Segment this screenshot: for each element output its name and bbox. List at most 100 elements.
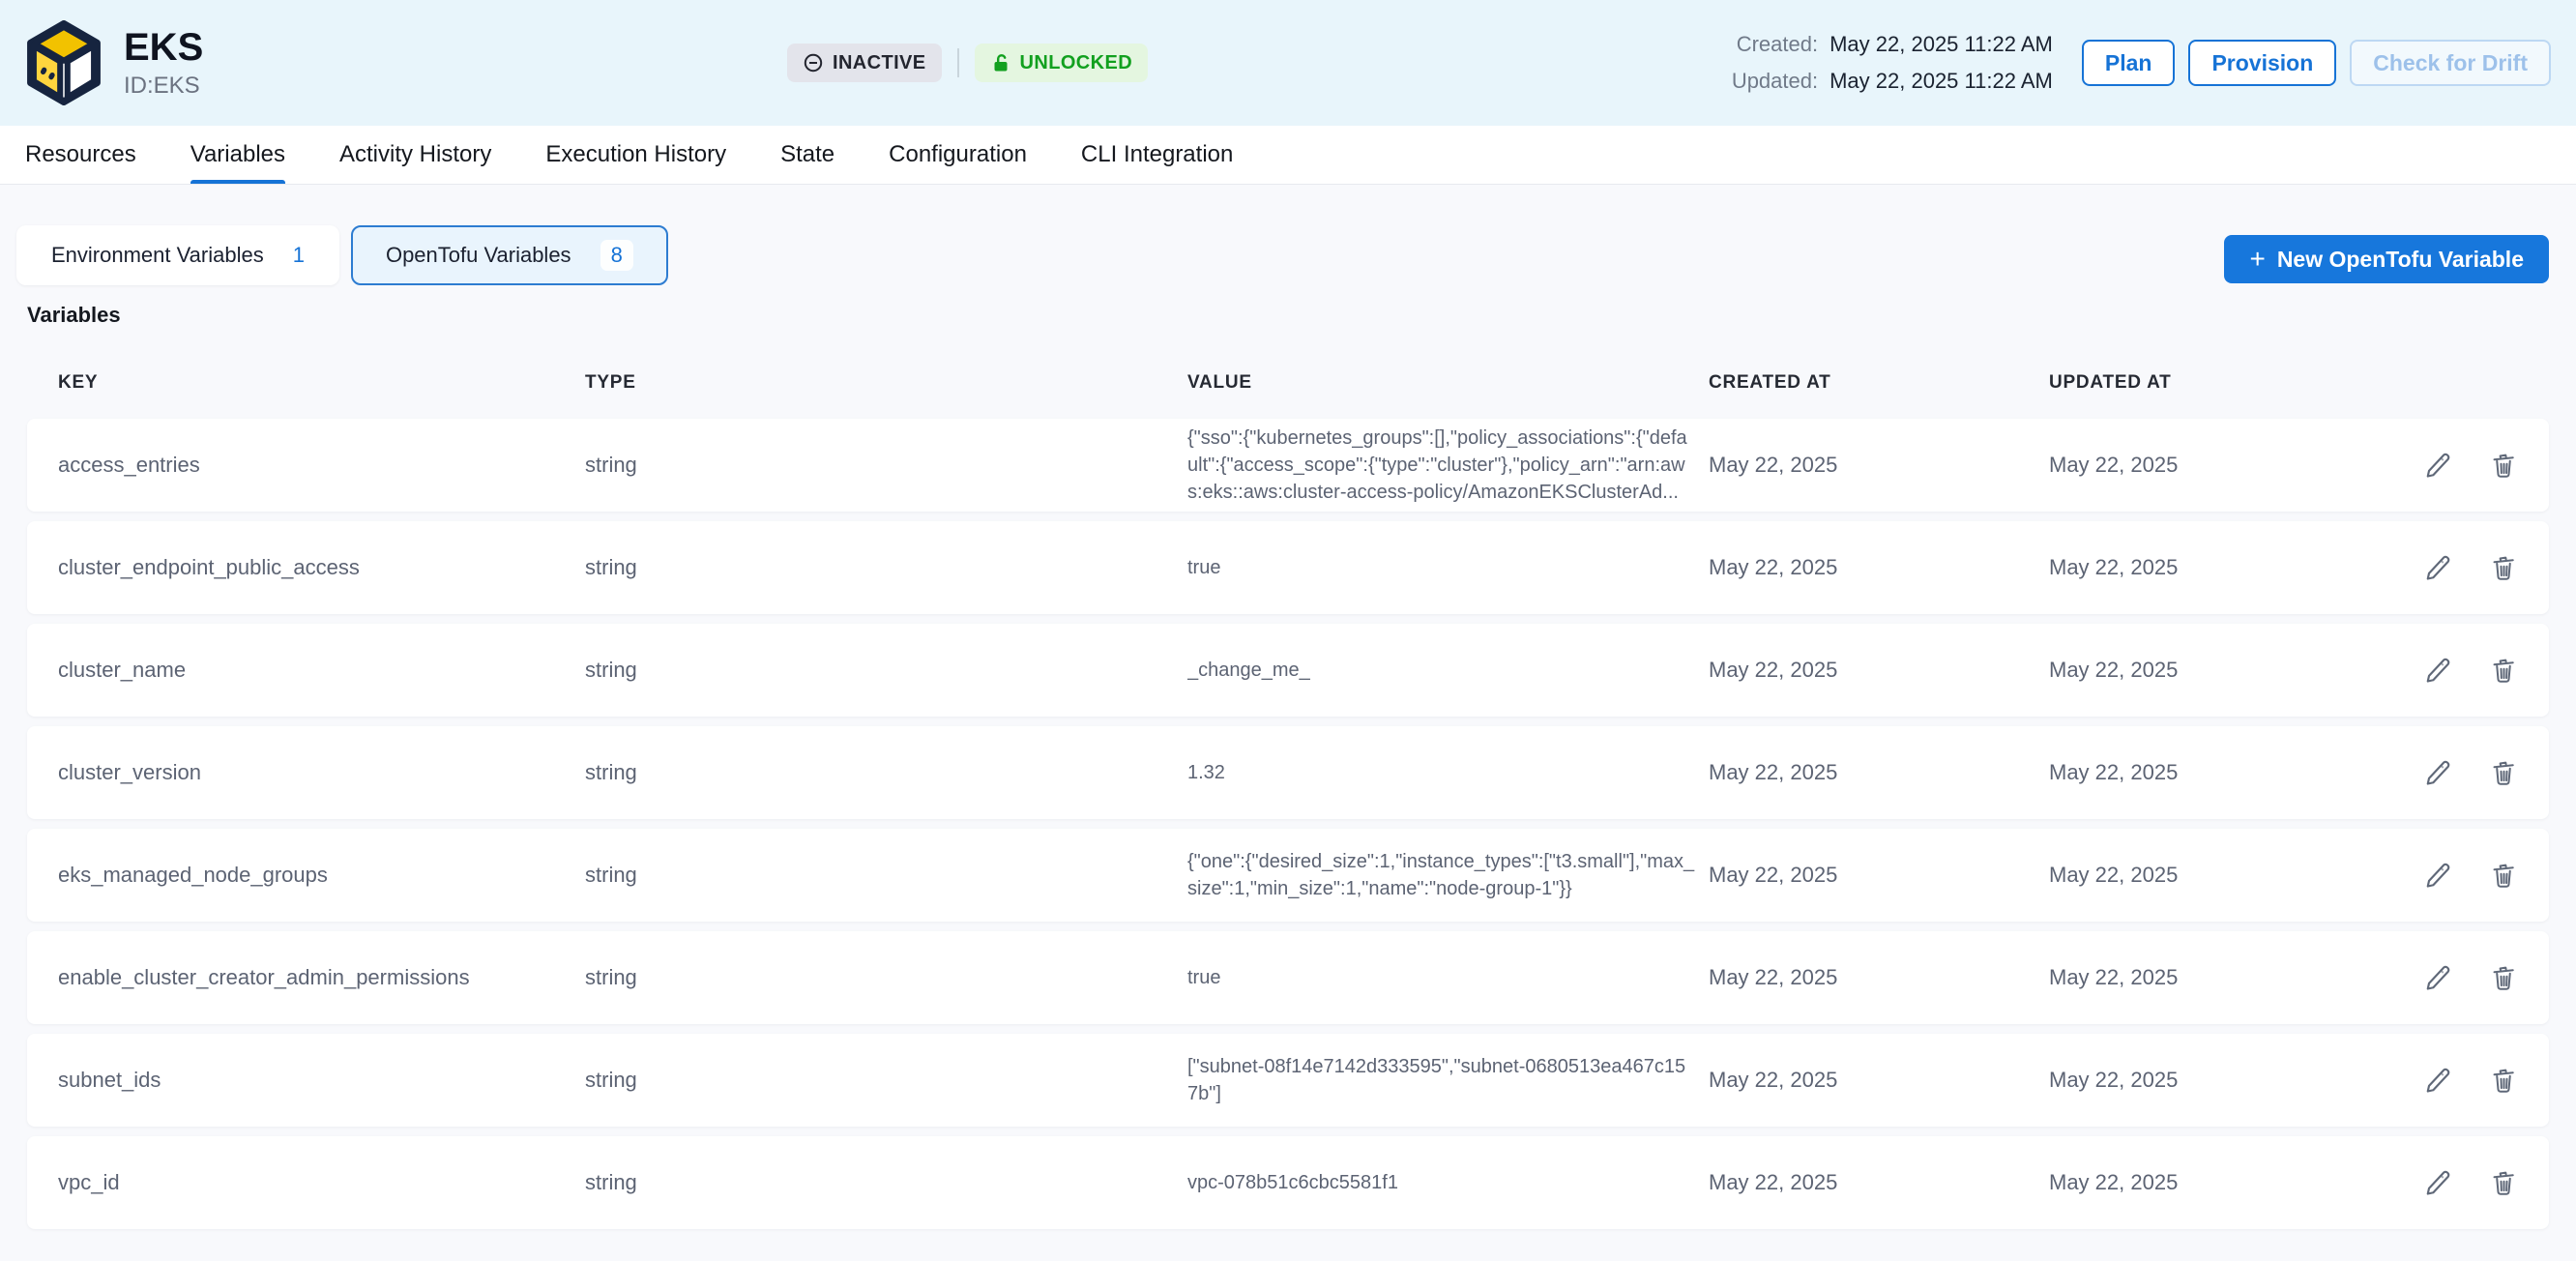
variable-updated-at: May 22, 2025 <box>2049 760 2397 785</box>
variable-key: vpc_id <box>58 1170 585 1195</box>
variable-key: eks_managed_node_groups <box>58 863 585 888</box>
delete-variable-button[interactable] <box>2489 656 2518 685</box>
tab-execution-history[interactable]: Execution History <box>545 126 726 184</box>
variable-value: vpc-078b51c6cbc5581f1 <box>1187 1169 1709 1196</box>
table-header-row: KEYTYPEVALUECREATED ATUPDATED AT <box>27 372 2549 394</box>
tab-activity-history[interactable]: Activity History <box>339 126 491 184</box>
variable-key: cluster_version <box>58 760 585 785</box>
variable-type: string <box>585 658 1187 683</box>
column-header-type: TYPE <box>585 372 1187 394</box>
variables-table: access_entries string {"sso":{"kubernete… <box>27 419 2549 1229</box>
column-header-key: KEY <box>58 372 585 394</box>
variable-type: string <box>585 863 1187 888</box>
environment-header: EKS ID:EKS INACTIVE UNLOCKED C <box>0 0 2576 126</box>
tab-configuration[interactable]: Configuration <box>889 126 1027 184</box>
column-header-created-at: CREATED AT <box>1709 372 2049 394</box>
lock-status-badge: UNLOCKED <box>975 44 1149 82</box>
timestamps: Created: May 22, 2025 11:22 AM Updated: … <box>1732 32 2053 94</box>
environment-variables-label: Environment Variables <box>51 243 264 268</box>
new-opentofu-variable-label: New OpenTofu Variable <box>2277 247 2524 273</box>
variable-updated-at: May 22, 2025 <box>2049 965 2397 990</box>
variables-page: Environment Variables 1 OpenTofu Variabl… <box>0 185 2576 1229</box>
variable-value: _change_me_ <box>1187 657 1709 684</box>
status-badge: INACTIVE <box>787 44 942 82</box>
edit-variable-button[interactable] <box>2423 758 2452 787</box>
opentofu-cube-logo-icon <box>25 20 102 105</box>
plus-icon: + <box>2249 246 2265 273</box>
variable-value: 1.32 <box>1187 759 1709 786</box>
delete-variable-button[interactable] <box>2489 451 2518 480</box>
environment-id: ID:EKS <box>124 73 203 100</box>
delete-variable-button[interactable] <box>2489 963 2518 992</box>
table-row: vpc_id string vpc-078b51c6cbc5581f1 May … <box>27 1136 2549 1229</box>
created-value: May 22, 2025 11:22 AM <box>1830 32 2053 57</box>
new-opentofu-variable-button[interactable]: + New OpenTofu Variable <box>2224 235 2549 283</box>
variable-created-at: May 22, 2025 <box>1709 1068 2049 1093</box>
variable-value: {"sso":{"kubernetes_groups":[],"policy_a… <box>1187 425 1709 506</box>
edit-variable-button[interactable] <box>2423 553 2452 582</box>
variable-updated-at: May 22, 2025 <box>2049 1068 2397 1093</box>
opentofu-variables-count: 8 <box>600 240 633 271</box>
variable-created-at: May 22, 2025 <box>1709 863 2049 888</box>
tab-variables[interactable]: Variables <box>190 126 285 184</box>
variable-type: string <box>585 965 1187 990</box>
tab-resources[interactable]: Resources <box>25 126 136 184</box>
variable-updated-at: May 22, 2025 <box>2049 863 2397 888</box>
page-title: EKS <box>124 26 203 69</box>
table-row: access_entries string {"sso":{"kubernete… <box>27 419 2549 512</box>
variable-key: cluster_name <box>58 658 585 683</box>
edit-variable-button[interactable] <box>2423 861 2452 890</box>
variable-type: string <box>585 555 1187 580</box>
table-row: cluster_endpoint_public_access string tr… <box>27 521 2549 614</box>
variable-value: ["subnet-08f14e7142d333595","subnet-0680… <box>1187 1053 1709 1107</box>
plan-button[interactable]: Plan <box>2082 40 2176 86</box>
variable-value: {"one":{"desired_size":1,"instance_types… <box>1187 848 1709 902</box>
variable-type: string <box>585 760 1187 785</box>
edit-variable-button[interactable] <box>2423 1168 2452 1197</box>
circle-minus-icon <box>803 52 824 73</box>
variable-key: cluster_endpoint_public_access <box>58 555 585 580</box>
delete-variable-button[interactable] <box>2489 553 2518 582</box>
created-label: Created: <box>1732 32 1818 57</box>
check-for-drift-button[interactable]: Check for Drift <box>2350 40 2551 86</box>
variable-type: string <box>585 1170 1187 1195</box>
tab-environment-variables[interactable]: Environment Variables 1 <box>16 225 339 285</box>
variables-section-heading: Variables <box>14 303 2549 328</box>
opentofu-variables-label: OpenTofu Variables <box>386 243 571 268</box>
variable-value: true <box>1187 554 1709 581</box>
variable-type: string <box>585 453 1187 478</box>
variable-created-at: May 22, 2025 <box>1709 760 2049 785</box>
status-badge-label: INACTIVE <box>833 52 926 74</box>
table-row: cluster_version string 1.32 May 22, 2025… <box>27 726 2549 819</box>
tab-state[interactable]: State <box>780 126 834 184</box>
variable-updated-at: May 22, 2025 <box>2049 1170 2397 1195</box>
environment-variables-count: 1 <box>293 243 305 268</box>
delete-variable-button[interactable] <box>2489 1168 2518 1197</box>
updated-value: May 22, 2025 11:22 AM <box>1830 69 2053 94</box>
variable-key: subnet_ids <box>58 1068 585 1093</box>
variable-updated-at: May 22, 2025 <box>2049 555 2397 580</box>
edit-variable-button[interactable] <box>2423 451 2452 480</box>
edit-variable-button[interactable] <box>2423 963 2452 992</box>
delete-variable-button[interactable] <box>2489 758 2518 787</box>
column-header-value: VALUE <box>1187 372 1709 394</box>
lock-status-badge-label: UNLOCKED <box>1020 52 1133 74</box>
variable-created-at: May 22, 2025 <box>1709 965 2049 990</box>
variable-created-at: May 22, 2025 <box>1709 658 2049 683</box>
delete-variable-button[interactable] <box>2489 861 2518 890</box>
updated-label: Updated: <box>1732 69 1818 94</box>
edit-variable-button[interactable] <box>2423 656 2452 685</box>
edit-variable-button[interactable] <box>2423 1066 2452 1095</box>
column-header-updated-at: UPDATED AT <box>2049 372 2397 394</box>
variable-key: enable_cluster_creator_admin_permissions <box>58 965 585 990</box>
main-tab-bar: Resources Variables Activity History Execut… <box>0 126 2576 185</box>
badge-divider <box>957 48 959 77</box>
tab-cli-integration[interactable]: CLI Integration <box>1081 126 1233 184</box>
brand: EKS ID:EKS <box>25 20 203 105</box>
table-row: cluster_name string _change_me_ May 22, … <box>27 624 2549 717</box>
provision-button[interactable]: Provision <box>2188 40 2336 86</box>
table-row: eks_managed_node_groups string {"one":{"… <box>27 829 2549 922</box>
tab-opentofu-variables[interactable]: OpenTofu Variables 8 <box>351 225 668 285</box>
variable-key: access_entries <box>58 453 585 478</box>
delete-variable-button[interactable] <box>2489 1066 2518 1095</box>
